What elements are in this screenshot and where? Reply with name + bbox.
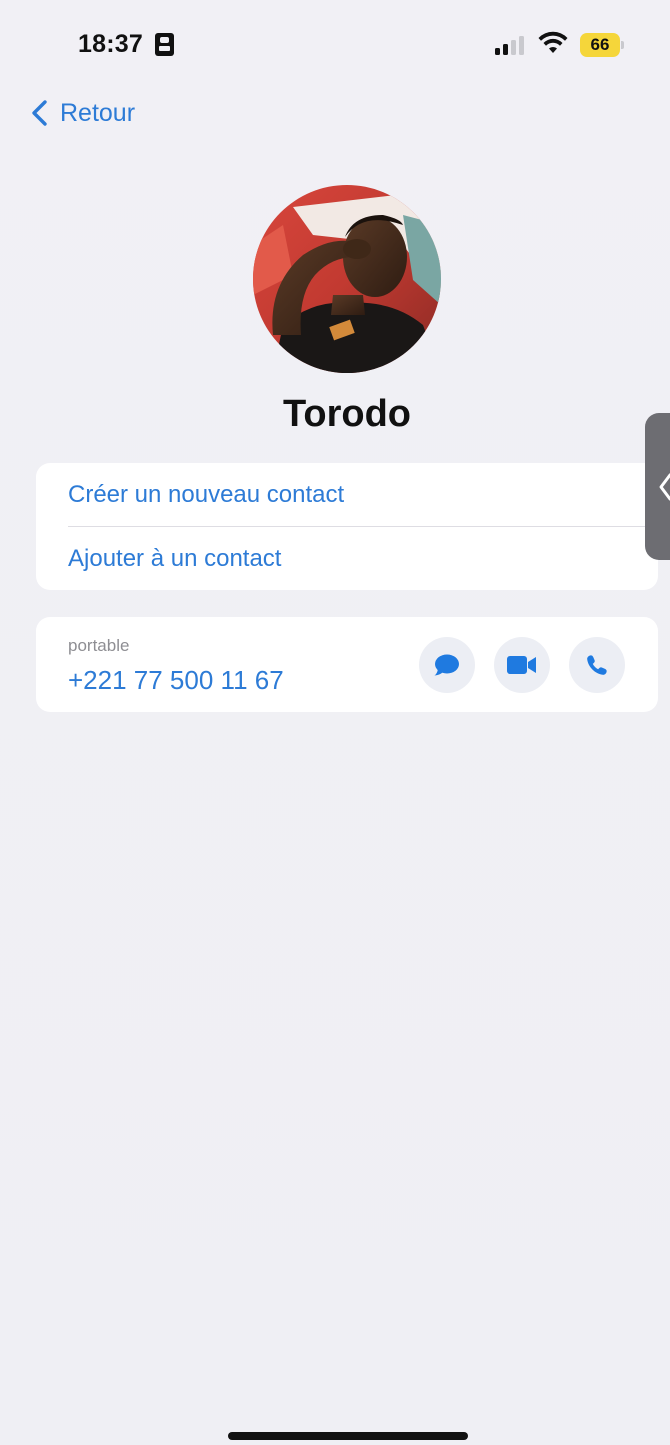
phone-call-button[interactable] — [569, 637, 625, 693]
video-call-button[interactable] — [494, 637, 550, 693]
phone-type-label: portable — [68, 636, 130, 655]
chevron-left-icon — [659, 473, 670, 500]
create-new-contact-button[interactable]: Créer un nouveau contact — [68, 463, 658, 526]
message-button[interactable] — [419, 637, 475, 693]
contact-actions-card: Créer un nouveau contact Ajouter à un co… — [36, 463, 658, 590]
phone-number[interactable]: +221 77 500 11 67 — [68, 665, 284, 696]
contact-screen: 18:37 66 Retour Torodo Créer un nouveau … — [0, 0, 670, 1445]
back-button[interactable]: Retour — [30, 95, 135, 131]
add-to-contact-button[interactable]: Ajouter à un contact — [68, 527, 658, 590]
home-indicator[interactable] — [228, 1432, 468, 1440]
message-icon — [434, 654, 459, 676]
side-panel-handle[interactable] — [645, 413, 670, 560]
avatar[interactable] — [253, 185, 441, 373]
focus-contact-icon — [155, 33, 174, 56]
phone-icon — [587, 655, 607, 675]
wifi-icon — [538, 31, 568, 53]
cellular-signal-icon — [495, 35, 529, 55]
status-bar: 18:37 66 — [0, 0, 670, 90]
contact-name: Torodo — [282, 393, 412, 435]
status-time: 18:37 — [78, 30, 143, 58]
chevron-left-icon — [32, 100, 47, 126]
contact-photo — [253, 185, 441, 373]
video-icon — [507, 656, 536, 674]
phone-card: portable +221 77 500 11 67 — [36, 617, 658, 712]
back-label: Retour — [60, 98, 136, 127]
battery-level: 66 — [580, 33, 620, 57]
battery-icon: 66 — [580, 33, 624, 57]
